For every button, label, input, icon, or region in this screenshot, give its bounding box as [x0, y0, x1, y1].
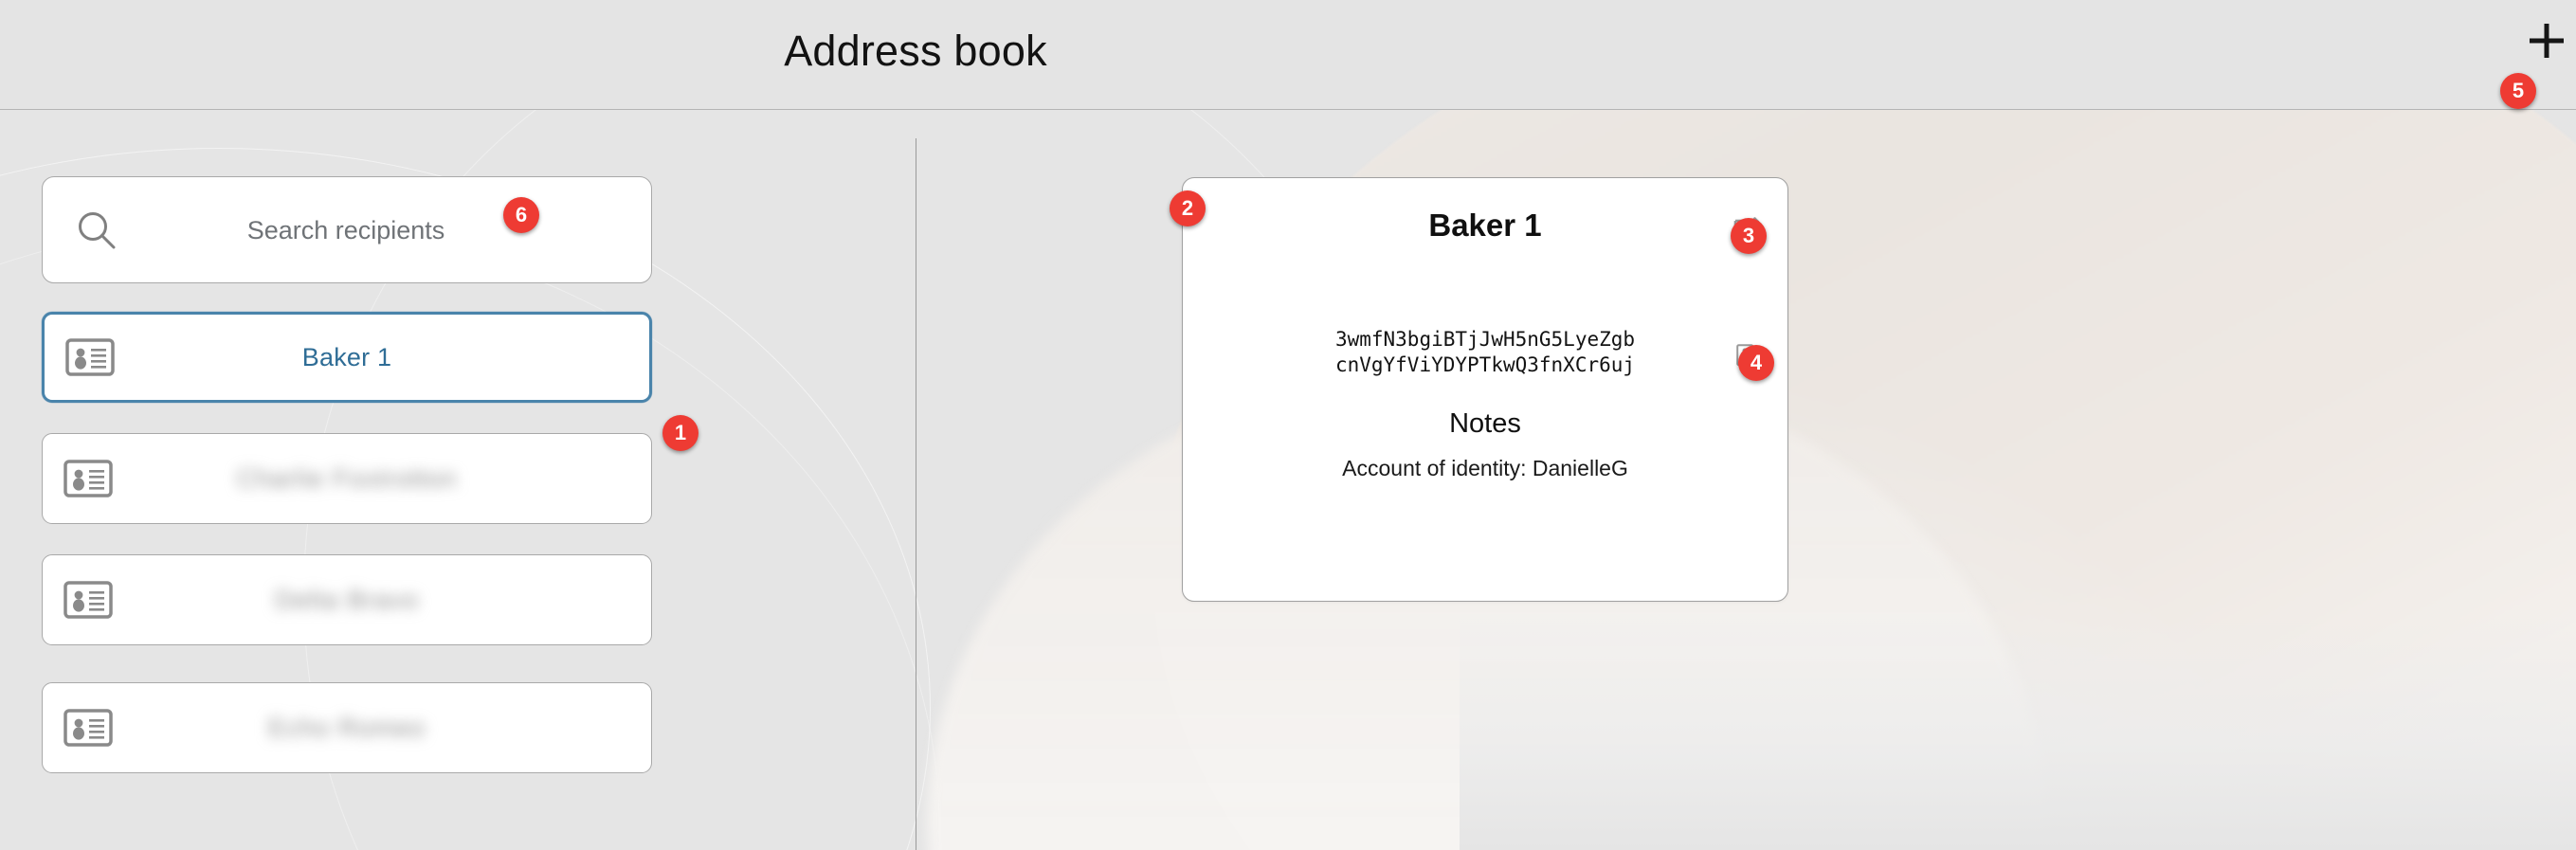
list-item[interactable]: Baker 1	[42, 312, 652, 403]
annotation-badge-4: 4	[1738, 345, 1774, 381]
annotation-badge-3: 3	[1731, 218, 1767, 254]
contact-address: 3wmfN3bgiBTjJwH5nG5LyeZgb cnVgYfViYDYPTk…	[1183, 327, 1787, 378]
application-root: Address book Search recipients Baker 1 C…	[0, 0, 2576, 850]
list-item-label: Charlie Foxtrotton	[236, 463, 458, 493]
titlebar: Address book	[0, 0, 2576, 110]
search-placeholder: Search recipients	[246, 216, 445, 244]
annotation-badge-1: 1	[662, 415, 698, 451]
sidebar: Search recipients Baker 1 Charlie Foxtro…	[0, 110, 916, 850]
annotation-badge-2: 2	[1170, 190, 1206, 226]
page-title: Address book	[784, 27, 1047, 75]
list-item-label: Delta Bravo	[274, 585, 420, 614]
plus-icon	[2530, 24, 2564, 58]
list-item-label: Echo Romeo	[267, 713, 426, 742]
list-item[interactable]: Delta Bravo	[42, 554, 652, 645]
list-item-label: Baker 1	[301, 342, 392, 371]
annotation-badge-5: 5	[2500, 73, 2536, 109]
search-input[interactable]: Search recipients	[42, 176, 652, 283]
list-item[interactable]: Charlie Foxtrotton	[42, 433, 652, 524]
notes-label: Notes	[1449, 408, 1521, 439]
contact-detail-card: Baker 1 3wmfN3bgiBTjJwH5nG5LyeZgb cnVgYf…	[1182, 177, 1788, 602]
contact-detail-name: Baker 1	[1428, 208, 1542, 243]
annotation-badge-6: 6	[503, 197, 539, 233]
address-line-2: cnVgYfViYDYPTkwQ3fnXCr6uj	[1334, 353, 1636, 376]
notes-value: Account of identity: DanielleG	[1342, 456, 1628, 480]
add-contact-button[interactable]	[2527, 21, 2567, 61]
search-icon	[79, 212, 116, 249]
list-item[interactable]: Echo Romeo	[42, 682, 652, 773]
address-line-1: 3wmfN3bgiBTjJwH5nG5LyeZgb	[1334, 328, 1636, 351]
